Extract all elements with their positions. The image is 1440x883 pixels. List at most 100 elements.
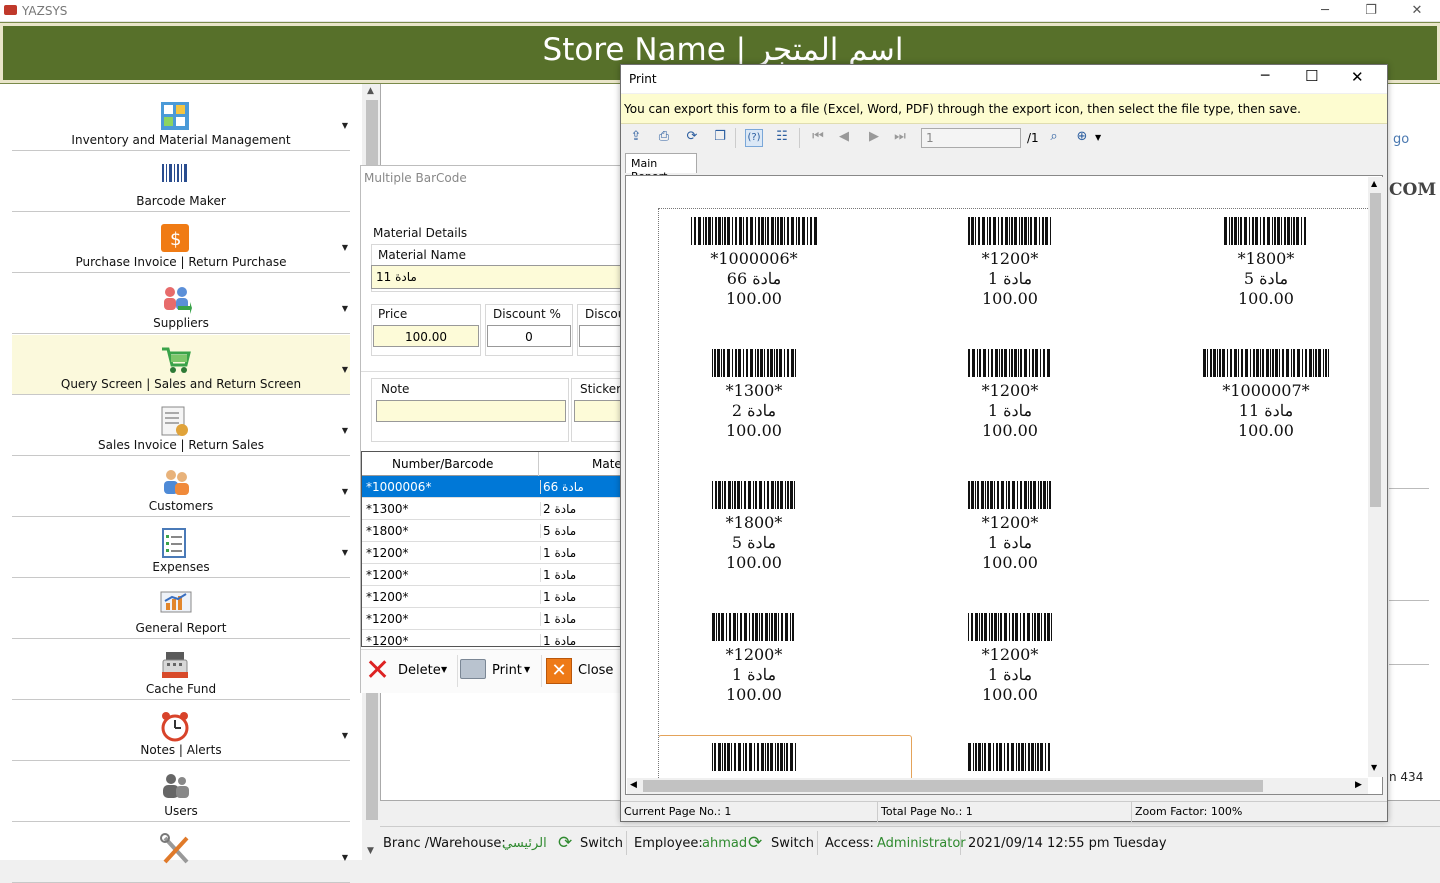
barcode-bars [968,613,1052,641]
table-row[interactable]: *1000006* مادة 66 [362,476,622,498]
current-page: Current Page No.: 1 [624,805,732,818]
sidebar-item-cart[interactable]: Query Screen | Sales and Return Screen ▼ [12,335,350,395]
last-page-icon[interactable]: ⏭ [891,129,909,147]
minimize-button[interactable]: ─ [1302,0,1348,22]
sidebar-item-expenses[interactable]: Expenses ▼ [12,518,350,578]
restore-button[interactable]: ❐ [1348,0,1394,22]
close-form-button[interactable]: ✕ Close [541,655,619,687]
next-page-icon[interactable]: ▶ [865,129,883,147]
sidebar-item-purchase[interactable]: $ Purchase Invoice | Return Purchase ▼ [12,213,350,273]
users-icon [160,772,190,800]
page-input[interactable]: 1 [921,128,1021,148]
switch-icon[interactable]: ⟳ [748,833,762,853]
svg-text:$: $ [170,229,181,250]
find-icon[interactable]: ⌕ [1045,129,1063,147]
zoom-dropdown-icon[interactable]: ▼ [1095,133,1101,142]
sidebar-item-inventory[interactable]: Inventory and Material Management ▼ [12,91,350,151]
material-cell: مادة 66 [540,480,584,494]
copy-icon[interactable]: ❐ [711,129,729,147]
material-cell: مادة 1 [540,590,576,604]
printer-icon [460,659,486,679]
chevron-down-icon: ▼ [341,731,348,740]
alarm-clock-icon [160,711,190,742]
page-total: /1 [1027,131,1039,145]
chevron-down-icon: ▼ [341,243,348,252]
export-icon[interactable]: ⇪ [627,129,645,147]
barcode-code: *1000007* [1222,381,1310,400]
discount-percent-label: Discount % [493,307,561,321]
partial-text: COM [1389,180,1437,200]
price: 100.00 [726,421,782,440]
print-icon[interactable]: ⎙ [655,129,673,147]
chevron-down-icon: ▼ [341,304,348,313]
table-row[interactable]: *1200* مادة 1 [362,608,622,630]
sidebar-item-cash-register[interactable]: Cache Fund [12,640,350,700]
print-status-bar: Current Page No.: 1 Total Page No.: 1 Zo… [621,801,1387,822]
discount-percent-field[interactable]: 0 [487,325,571,347]
report-horizontal-scrollbar[interactable]: ◀ ▶ [627,778,1368,794]
material-name: مادة 5 [1243,269,1289,288]
sidebar-item-report[interactable]: General Report [12,579,350,639]
material-name-field[interactable]: مادة 11 [371,265,631,289]
sidebar-item-users[interactable]: Users [12,762,350,822]
table-row[interactable]: *1200* مادة 1 [362,542,622,564]
material-name-label: Material Name [378,248,466,262]
close-button[interactable]: ✕ [1394,0,1440,22]
sidebar-item-barcode[interactable]: Barcode Maker [12,152,350,212]
cash-register-icon [160,650,190,678]
switch-icon[interactable]: ⟳ [558,833,572,853]
material-details-label: Material Details [373,226,468,240]
table-row[interactable]: *1200* مادة 1 [362,564,622,586]
table-row[interactable]: *1200* مادة 1 [362,586,622,608]
print-window: Print ─ ☐ ✕ You can export this form to … [620,64,1388,822]
sidebar-item-label: Purchase Invoice | Return Purchase [75,255,287,269]
datetime: 2021/09/14 12:55 pm Tuesday [968,836,1167,851]
sidebar-item-suppliers[interactable]: Suppliers ▼ [12,274,350,334]
branch-value: الرئيسي [502,836,547,851]
delete-button[interactable]: ✕ Delete ▼ [365,653,455,688]
sidebar-item-invoice[interactable]: Sales Invoice | Return Sales ▼ [12,396,350,456]
table-row[interactable]: *1800* مادة 5 [362,520,622,542]
table-row[interactable]: *1200* مادة 1 [362,630,622,646]
sidebar-item-alarm-clock[interactable]: Notes | Alerts ▼ [12,701,350,761]
barcode-label: *1200* مادة 1 100.00 [935,481,1085,573]
table-row[interactable]: *1300* مادة 2 [362,498,622,520]
barcode-code: *1200* [725,645,783,664]
refresh-icon[interactable]: ⟳ [683,129,701,147]
report-vertical-scrollbar[interactable]: ▲ ▼ [1368,177,1383,777]
store-name: Store Name | اسم المتجر [542,32,904,68]
note-label: Note [381,382,410,396]
print-maximize-button[interactable]: ☐ [1305,67,1318,85]
column-header-material[interactable]: Mate [592,457,622,471]
barcode-grid[interactable]: Number/Barcode Mate *1000006* مادة 66 *130… [361,451,623,647]
sidebar-item-label: Inventory and Material Management [71,133,291,147]
print-minimize-button[interactable]: ─ [1261,68,1269,84]
tree-icon[interactable]: ☷ [773,129,791,147]
switch-employee-button[interactable]: Switch [771,836,814,851]
barcode-cell: *1800* [366,524,409,538]
report-page: *1000006* مادة 66 100.00 *1200* مادة 1 100.00… [658,208,1368,788]
price: 100.00 [726,685,782,704]
tab-main-report[interactable]: Main Report [625,153,697,183]
chevron-down-icon: ▼ [341,548,348,557]
help-icon[interactable]: (?) [745,129,763,147]
material-name: مادة 1 [987,269,1033,288]
first-page-icon[interactable]: ⏮ [809,129,827,147]
sidebar-item-customers[interactable]: Customers ▼ [12,457,350,517]
barcode-label: *1200* مادة 1 100.00 [935,217,1085,309]
barcode-cell: *1200* [366,590,409,604]
barcode-cell: *1200* [366,612,409,626]
print-close-button[interactable]: ✕ [1351,68,1364,86]
material-name: مادة 2 [731,401,777,420]
price-field[interactable]: 100.00 [373,325,479,347]
print-button[interactable]: Print ▼ [457,655,537,687]
employee-value: ahmad [702,836,748,851]
sidebar-item-label: Notes | Alerts [140,743,222,757]
column-header-barcode[interactable]: Number/Barcode [392,457,493,471]
barcode-bars [968,349,1050,377]
switch-branch-button[interactable]: Switch [580,836,623,851]
sidebar-item-tools[interactable]: ▼ [12,823,350,883]
zoom-icon[interactable]: ⊕ [1073,129,1091,147]
note-field[interactable] [376,400,566,422]
prev-page-icon[interactable]: ◀ [835,129,853,147]
